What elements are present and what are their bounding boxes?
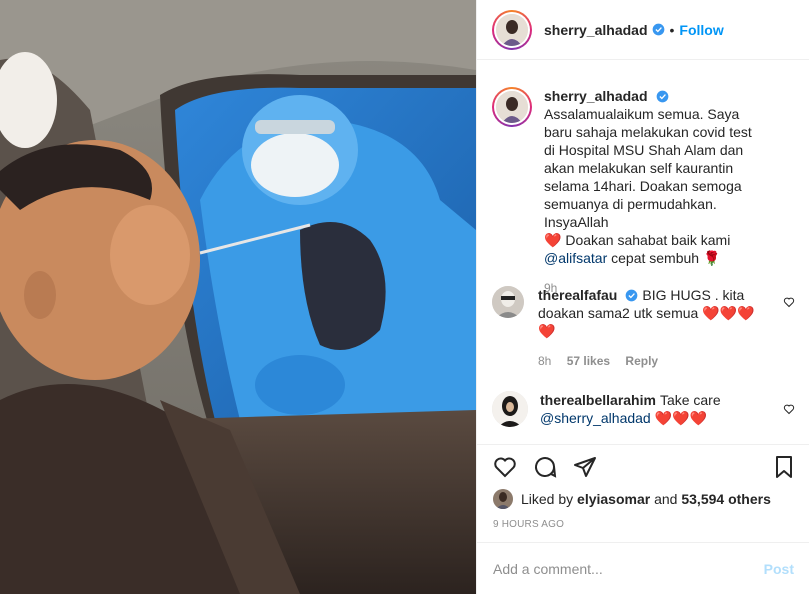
- share-send-icon[interactable]: [573, 455, 597, 479]
- comment-username[interactable]: therealbellarahim: [540, 392, 656, 408]
- post-actions: Liked by elyiasomar and 53,594 others 9 …: [477, 444, 809, 542]
- add-comment-bar: Post: [477, 542, 809, 594]
- follow-button[interactable]: Follow: [679, 22, 723, 38]
- verified-badge-icon: [656, 90, 668, 103]
- post-photo[interactable]: [0, 0, 476, 594]
- separator-dot: •: [669, 21, 675, 38]
- post-header: sherry_alhadad • Follow: [477, 0, 809, 60]
- reply-button[interactable]: Reply: [625, 354, 658, 368]
- caption-avatar[interactable]: [492, 87, 532, 127]
- like-comment-icon[interactable]: [783, 296, 795, 308]
- likes-count[interactable]: 53,594 others: [681, 491, 771, 507]
- liked-by-prefix: Liked by: [521, 491, 574, 507]
- post-side-panel: sherry_alhadad • Follow sherry_alhadad As…: [476, 0, 809, 594]
- rose-icon: 🌹: [702, 250, 721, 266]
- red-heart-icon: ❤️: [544, 232, 562, 248]
- post-timestamp[interactable]: 9 HOURS AGO: [493, 519, 564, 530]
- caption-text-block: sherry_alhadad Assalamualaikum semua. Say…: [544, 87, 764, 295]
- liked-by-row: Liked by elyiasomar and 53,594 others: [493, 489, 771, 509]
- comment-meta: 8h 57 likes Reply: [538, 354, 768, 368]
- comment-time[interactable]: 8h: [538, 354, 551, 368]
- comment-text: Take care: [659, 392, 721, 408]
- comment-bubble-icon[interactable]: [533, 455, 557, 479]
- author-avatar[interactable]: [492, 9, 532, 50]
- comment-likes[interactable]: 57 likes: [567, 354, 610, 368]
- comment-item: therealfafau BIG HUGS . kita doakan sama2…: [492, 286, 795, 368]
- comments-list[interactable]: sherry_alhadad Assalamualaikum semua. Say…: [477, 61, 809, 444]
- liked-by-user[interactable]: elyiasomar: [577, 491, 650, 507]
- comment-item: therealbellarahim Take care @sherry_alhad…: [492, 391, 795, 427]
- author-username[interactable]: sherry_alhadad: [544, 22, 648, 38]
- comment-username[interactable]: therealfafau: [538, 287, 617, 303]
- like-comment-icon[interactable]: [783, 403, 795, 415]
- photo-illustration: [0, 0, 476, 594]
- post-comment-button[interactable]: Post: [764, 561, 794, 577]
- caption: sherry_alhadad Assalamualaikum semua. Say…: [492, 87, 795, 295]
- comment-input[interactable]: [493, 560, 764, 577]
- verified-badge-icon: [652, 23, 664, 36]
- caption-text-3: cepat sembuh: [611, 250, 700, 266]
- comment-mention[interactable]: @sherry_alhadad: [540, 410, 651, 426]
- bookmark-icon[interactable]: [772, 455, 796, 479]
- liked-by-and: and: [654, 491, 678, 507]
- liker-avatar[interactable]: [493, 489, 513, 509]
- caption-username[interactable]: sherry_alhadad: [544, 88, 648, 104]
- like-heart-icon[interactable]: [493, 455, 517, 479]
- verified-badge-icon: [626, 289, 638, 302]
- caption-text: Assalamualaikum semua. Saya baru sahaja …: [544, 106, 752, 230]
- comment-text-block: therealbellarahim Take care @sherry_alhad…: [540, 391, 770, 427]
- caption-mention[interactable]: @alifsatar: [544, 250, 607, 266]
- commenter-avatar[interactable]: [492, 286, 524, 318]
- red-heart-icons: ❤️❤️❤️: [654, 410, 707, 426]
- comment-text-block: therealfafau BIG HUGS . kita doakan sama2…: [538, 286, 768, 368]
- commenter-avatar[interactable]: [492, 391, 528, 427]
- caption-text-2: Doakan sahabat baik kami: [565, 232, 731, 248]
